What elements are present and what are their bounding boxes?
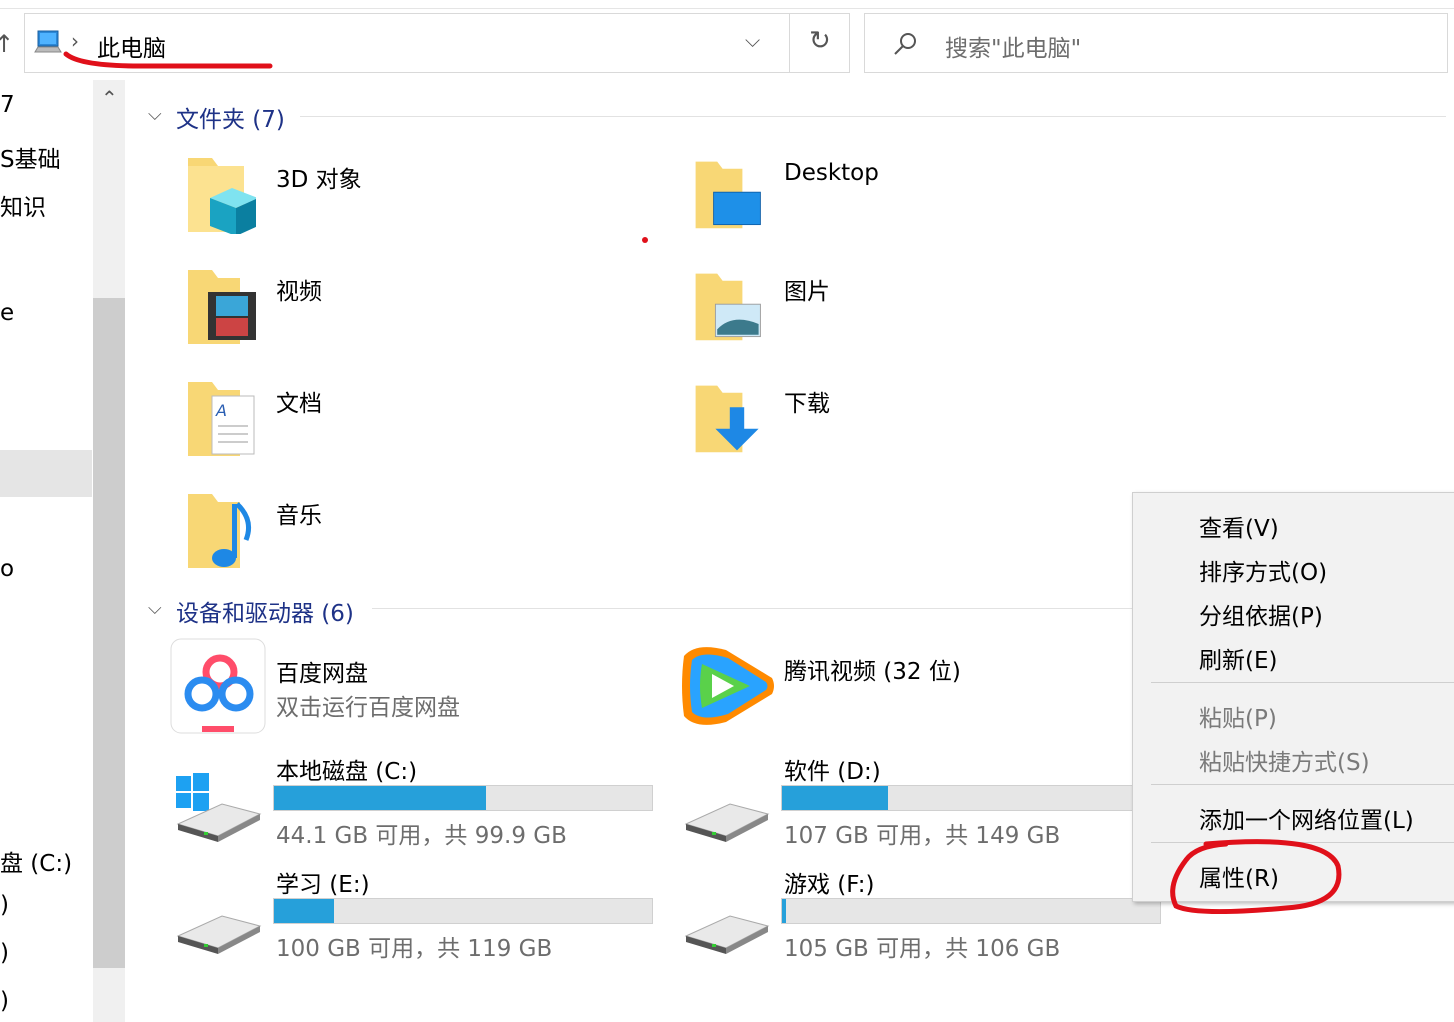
drive-free-text: 105 GB 可用，共 106 GB bbox=[784, 936, 1061, 962]
nav-item[interactable]: 7 bbox=[0, 92, 15, 118]
hard-drive-icon bbox=[176, 915, 262, 954]
collapse-chevron-icon[interactable]: ⌵ bbox=[148, 104, 162, 125]
folder-label[interactable]: Desktop bbox=[784, 160, 879, 186]
search-box[interactable]: 搜索"此电脑" bbox=[864, 13, 1448, 73]
drive-usage-fill bbox=[274, 899, 335, 923]
nav-selected-row[interactable] bbox=[0, 450, 92, 497]
drive-usage-bar bbox=[781, 785, 1161, 811]
drive-usage-bar bbox=[273, 898, 653, 924]
nav-item[interactable]: ) bbox=[0, 892, 9, 918]
collapse-chevron-icon[interactable]: ⌵ bbox=[148, 598, 162, 619]
window-top-edge bbox=[0, 0, 1454, 9]
this-pc-icon bbox=[34, 30, 62, 53]
hard-drive-icon bbox=[684, 803, 770, 842]
menu-item-refresh[interactable]: 刷新(E) bbox=[1199, 641, 1277, 675]
group-header-folders[interactable]: 文件夹 (7) bbox=[176, 100, 285, 134]
drive-label[interactable]: 本地磁盘 (C:) bbox=[276, 752, 417, 786]
menu-separator bbox=[1151, 842, 1454, 843]
search-input[interactable]: 搜索"此电脑" bbox=[945, 29, 1081, 63]
documents-folder-icon: A bbox=[188, 382, 255, 456]
context-menu: 查看(V) 排序方式(O) 分组依据(P) 刷新(E) 粘贴(P) 粘贴快捷方式… bbox=[1132, 492, 1454, 902]
videos-folder-icon bbox=[188, 270, 256, 344]
refresh-icon[interactable]: ↻ bbox=[809, 26, 831, 56]
drive-label[interactable]: 游戏 (F:) bbox=[784, 865, 874, 899]
drive-free-text: 100 GB 可用，共 119 GB bbox=[276, 936, 553, 962]
menu-item-properties[interactable]: 属性(R) bbox=[1199, 859, 1279, 893]
nav-item[interactable]: ) bbox=[0, 940, 9, 966]
windows-drive-icon bbox=[176, 773, 262, 842]
folder-label[interactable]: 音乐 bbox=[276, 496, 322, 530]
folder-label[interactable]: 图片 bbox=[784, 272, 830, 306]
drive-label[interactable]: 学习 (E:) bbox=[276, 865, 370, 899]
drive-usage-bar bbox=[781, 898, 1161, 924]
divider bbox=[789, 14, 790, 72]
folder-label[interactable]: 文档 bbox=[276, 384, 322, 418]
desktop-folder-icon bbox=[695, 161, 761, 229]
scrollbar-thumb[interactable] bbox=[93, 298, 125, 968]
nav-item[interactable]: o bbox=[0, 556, 14, 582]
nav-item[interactable]: e bbox=[0, 300, 14, 326]
red-dot-annotation bbox=[642, 237, 648, 243]
menu-item-group[interactable]: 分组依据(P) bbox=[1199, 597, 1323, 631]
menu-separator bbox=[1151, 784, 1454, 785]
chevron-down-icon[interactable]: ⌵ bbox=[745, 28, 760, 52]
folder-label[interactable]: 视频 bbox=[276, 272, 322, 306]
group-divider bbox=[300, 116, 1446, 117]
3d-objects-folder-icon bbox=[188, 158, 256, 234]
menu-item-view[interactable]: 查看(V) bbox=[1199, 509, 1279, 543]
drive-free-text: 44.1 GB 可用，共 99.9 GB bbox=[276, 823, 567, 849]
search-icon bbox=[894, 33, 916, 55]
chevron-up-icon[interactable]: ⌃ bbox=[101, 86, 118, 110]
drive-usage-bar bbox=[273, 785, 653, 811]
menu-separator bbox=[1151, 682, 1454, 683]
app-label[interactable]: 腾讯视频 (32 位) bbox=[784, 652, 961, 686]
nav-item[interactable]: S基础 bbox=[0, 140, 61, 174]
up-arrow-icon[interactable]: ↑ bbox=[0, 30, 14, 58]
hard-drive-icon bbox=[684, 915, 770, 954]
downloads-folder-icon bbox=[695, 385, 759, 453]
baidu-netdisk-icon bbox=[170, 638, 266, 734]
pictures-folder-icon bbox=[695, 273, 761, 341]
folder-label[interactable]: 下载 bbox=[784, 384, 830, 418]
menu-item-paste: 粘贴(P) bbox=[1199, 706, 1277, 732]
breadcrumb-location[interactable]: 此电脑 bbox=[97, 29, 166, 63]
app-label[interactable]: 百度网盘 bbox=[276, 654, 368, 688]
svg-text:A: A bbox=[215, 401, 227, 420]
address-bar[interactable]: › 此电脑 ⌵ ↻ bbox=[24, 13, 850, 73]
app-subtitle: 双击运行百度网盘 bbox=[276, 695, 460, 721]
group-header-devices[interactable]: 设备和驱动器 (6) bbox=[176, 594, 354, 628]
nav-item[interactable]: 盘 (C:) bbox=[0, 844, 72, 878]
drive-usage-fill bbox=[782, 786, 888, 810]
drive-label[interactable]: 软件 (D:) bbox=[784, 752, 881, 786]
drive-usage-fill bbox=[782, 899, 786, 923]
nav-item[interactable]: 知识 bbox=[0, 188, 46, 222]
drive-free-text: 107 GB 可用，共 149 GB bbox=[784, 823, 1061, 849]
drive-usage-fill bbox=[274, 786, 486, 810]
breadcrumb-chevron-icon[interactable]: › bbox=[71, 29, 79, 53]
nav-item[interactable]: ) bbox=[0, 988, 9, 1014]
folder-label[interactable]: 3D 对象 bbox=[276, 160, 362, 194]
tencent-video-icon bbox=[682, 647, 774, 725]
group-divider bbox=[372, 608, 1132, 609]
menu-item-add-network-location[interactable]: 添加一个网络位置(L) bbox=[1199, 801, 1414, 835]
music-folder-icon bbox=[188, 494, 251, 568]
menu-item-paste-shortcut: 粘贴快捷方式(S) bbox=[1199, 750, 1370, 776]
menu-item-sort[interactable]: 排序方式(O) bbox=[1199, 553, 1327, 587]
